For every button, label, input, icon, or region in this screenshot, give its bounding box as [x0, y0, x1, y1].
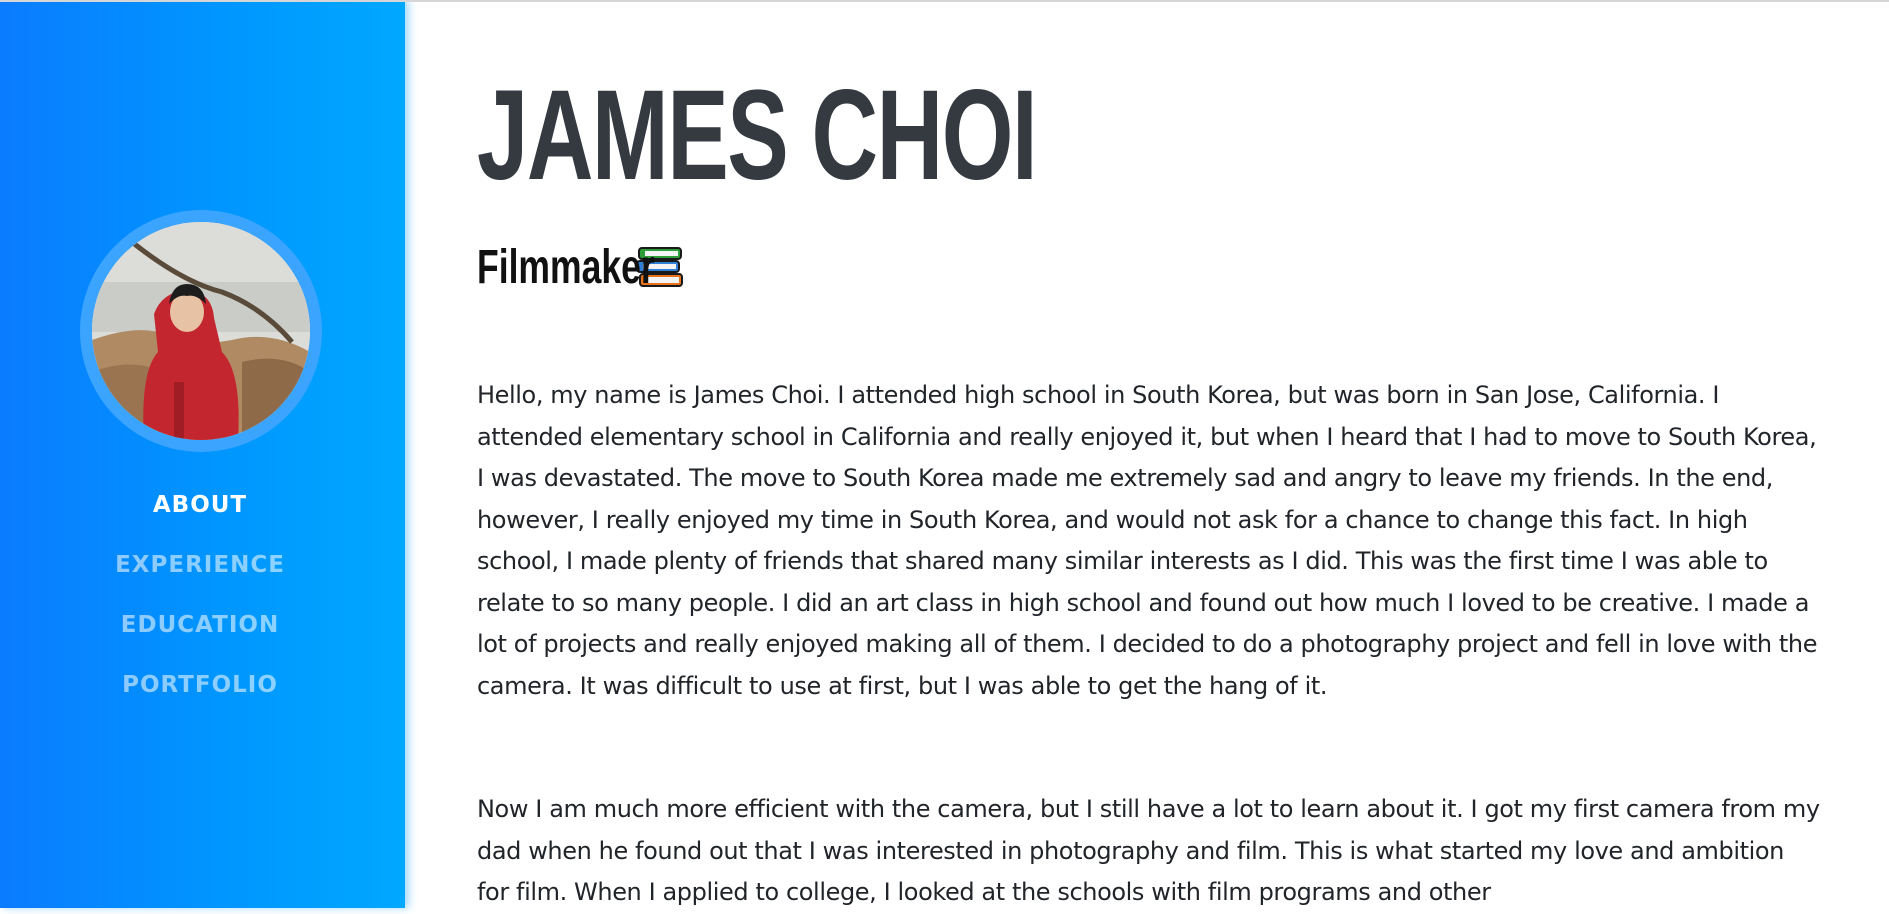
avatar — [92, 222, 310, 440]
sidebar: ABOUT EXPERIENCE EDUCATION PORTFOLIO — [0, 0, 405, 908]
sidebar-nav: ABOUT EXPERIENCE EDUCATION PORTFOLIO — [0, 485, 400, 725]
nav-item-about[interactable]: ABOUT — [0, 485, 400, 545]
nav-item-education[interactable]: EDUCATION — [0, 605, 400, 665]
about-paragraph: Now I am much more efficient with the ca… — [477, 795, 1820, 906]
avatar-frame — [80, 210, 322, 452]
avatar-photo — [92, 222, 310, 440]
page-title: JAMES CHOI — [477, 64, 1038, 207]
nav-item-portfolio[interactable]: PORTFOLIO — [0, 665, 400, 725]
about-paragraph: Hello, my name is James Choi. I attended… — [477, 381, 1818, 700]
top-border — [0, 0, 1889, 2]
subtitle-text: Filmmaker — [477, 240, 655, 294]
nav-item-experience[interactable]: EXPERIENCE — [0, 545, 400, 605]
subtitle: Filmmaker — [477, 240, 685, 294]
